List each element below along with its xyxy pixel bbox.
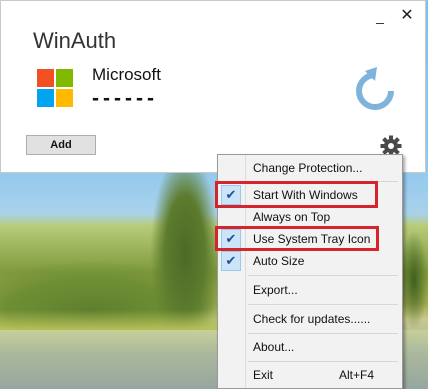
menu-item-exit[interactable]: Exit Alt+F4 xyxy=(218,364,402,386)
menu-separator xyxy=(248,304,398,305)
winauth-window: _ ✕ WinAuth Microsoft ------ Add xyxy=(0,0,426,173)
menu-item-label: Check for updates...... xyxy=(253,312,371,326)
window-title: WinAuth xyxy=(33,28,117,53)
menu-item-auto-size[interactable]: ✔ Auto Size xyxy=(218,250,402,272)
menu-item-check-for-updates[interactable]: Check for updates...... xyxy=(218,308,402,330)
account-name: Microsoft xyxy=(92,65,161,84)
annotation-highlight-start-with-windows xyxy=(215,181,378,208)
menu-item-label: Exit xyxy=(253,368,274,382)
menu-item-change-protection[interactable]: Change Protection... xyxy=(218,157,402,179)
checkmark-icon: ✔ xyxy=(221,251,241,271)
annotation-highlight-use-system-tray-icon xyxy=(215,226,379,251)
menu-item-label: Change Protection... xyxy=(253,161,363,175)
menu-separator xyxy=(248,275,398,276)
menu-item-about[interactable]: About... xyxy=(218,336,402,358)
menu-item-label: Always on Top xyxy=(253,210,331,224)
add-button[interactable]: Add xyxy=(26,135,96,155)
menu-item-label: Export... xyxy=(253,283,298,297)
menu-item-export[interactable]: Export... xyxy=(218,279,402,301)
auth-code: ------ xyxy=(92,87,158,110)
wallpaper-trees xyxy=(400,230,428,330)
menu-item-label: Auto Size xyxy=(253,254,305,268)
minimize-button[interactable]: _ xyxy=(372,9,388,23)
microsoft-logo-icon xyxy=(37,69,73,107)
menu-separator xyxy=(248,333,398,334)
menu-item-shortcut: Alt+F4 xyxy=(339,368,375,382)
menu-item-label: About... xyxy=(253,340,295,354)
menu-item-always-on-top[interactable]: Always on Top xyxy=(218,206,402,228)
close-button[interactable]: ✕ xyxy=(398,7,416,25)
menu-separator xyxy=(248,361,398,362)
refresh-icon[interactable] xyxy=(351,67,399,115)
